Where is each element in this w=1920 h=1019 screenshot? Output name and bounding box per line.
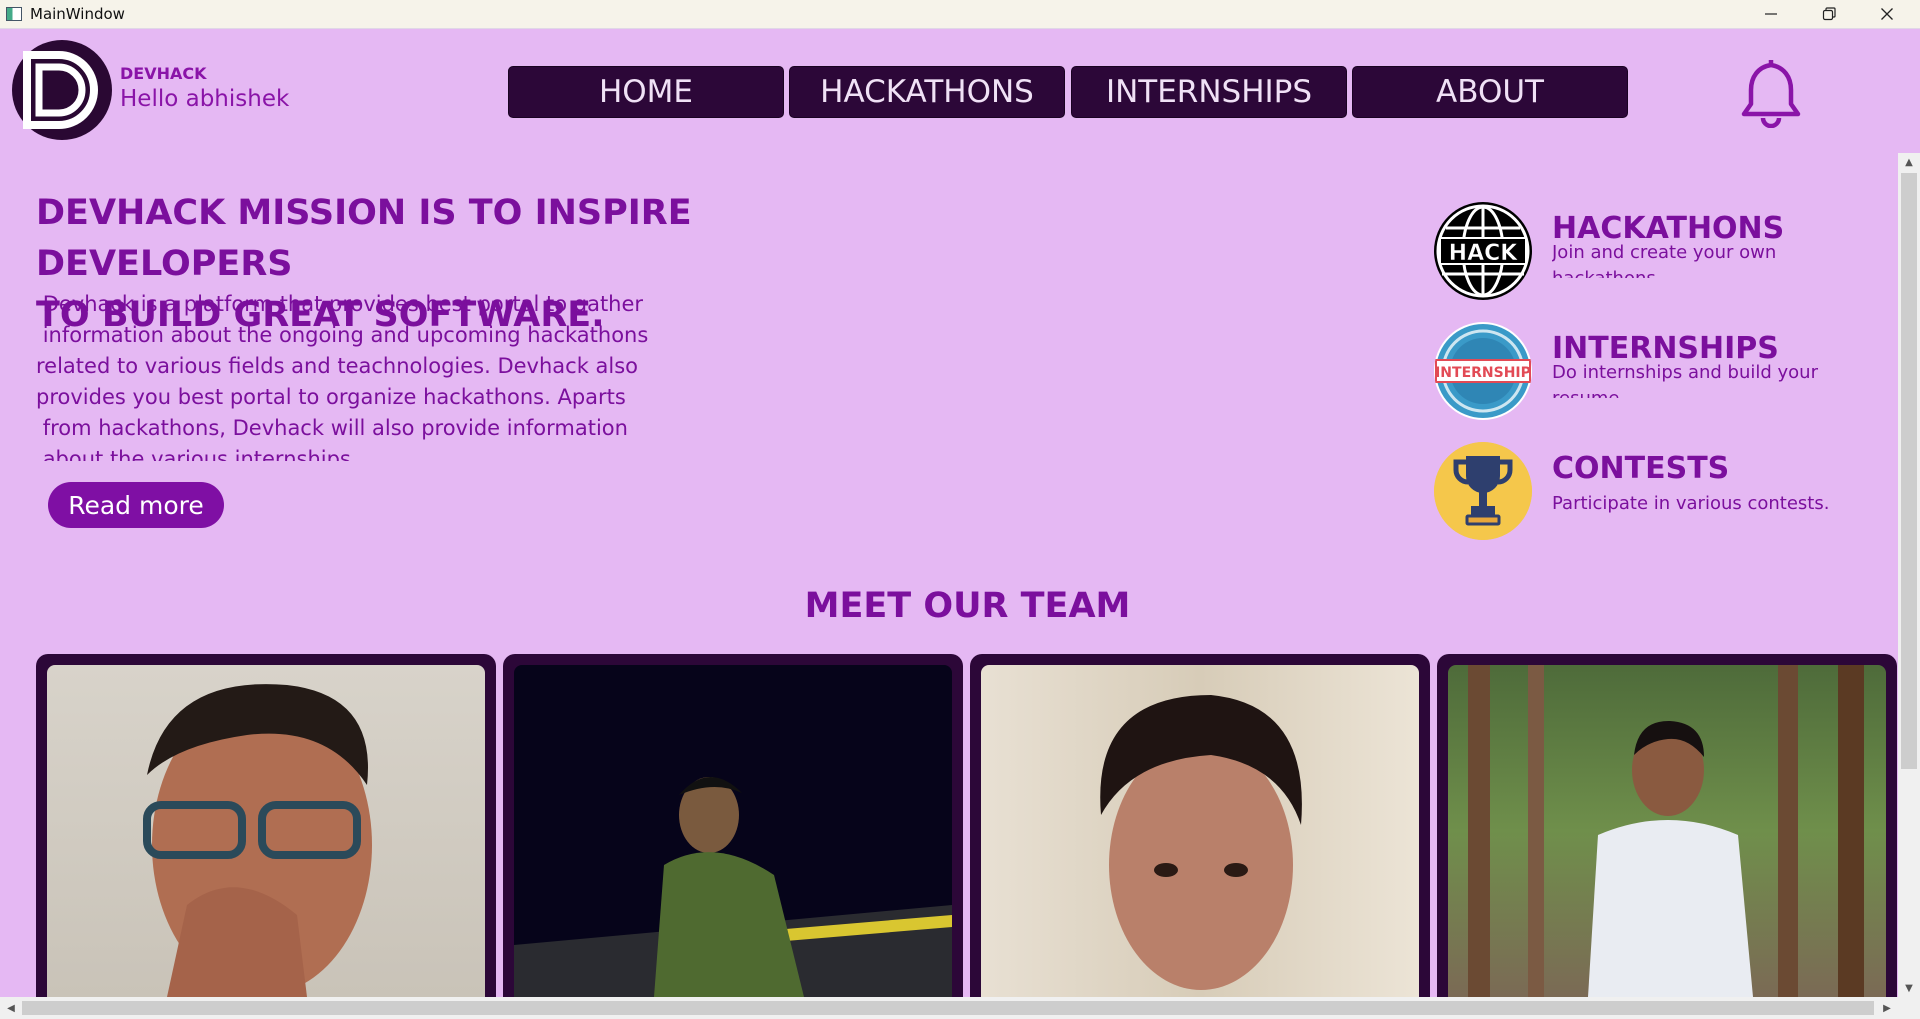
feature-internships-desc: Do internships and build your resume (1552, 362, 1818, 398)
vertical-scroll-thumb[interactable] (1901, 173, 1917, 769)
read-more-button[interactable]: Read more (48, 482, 224, 528)
nav-about-button[interactable]: ABOUT (1352, 66, 1628, 118)
team-card-3[interactable] (970, 654, 1430, 997)
team-member-photo (514, 665, 952, 997)
devhack-logo-icon (12, 40, 112, 140)
team-member-photo (1448, 665, 1886, 997)
scroll-left-arrow-icon[interactable]: ◀ (0, 997, 22, 1019)
mission-title-line1: DEVHACK MISSION IS TO INSPIRE DEVELOPERS (36, 193, 692, 284)
horizontal-scrollbar[interactable]: ◀ ▶ (0, 997, 1898, 1019)
minimize-button[interactable] (1742, 0, 1800, 28)
vertical-scrollbar[interactable]: ▲ ▼ (1898, 153, 1920, 997)
team-card-4[interactable] (1437, 654, 1897, 997)
scroll-up-arrow-icon[interactable]: ▲ (1898, 153, 1920, 171)
team-member-photo (47, 665, 485, 997)
nav-internships-button[interactable]: INTERNSHIPS (1071, 66, 1347, 118)
scroll-corner (1898, 997, 1920, 1019)
team-section-title: MEET OUR TEAM (804, 586, 1131, 626)
internship-stamp-icon: INTERNSHIP (1434, 322, 1532, 420)
user-greeting: Hello abhishek (120, 86, 290, 112)
window-title: MainWindow (30, 5, 125, 23)
svg-text:HACK: HACK (1449, 241, 1519, 266)
team-card-1[interactable] (36, 654, 496, 997)
hack-globe-icon: HACK (1434, 202, 1532, 300)
team-card-2[interactable] (503, 654, 963, 997)
feature-contests-desc: Participate in various contests. (1552, 493, 1830, 514)
scroll-right-arrow-icon[interactable]: ▶ (1876, 997, 1898, 1019)
team-member-photo (981, 665, 1419, 997)
app-icon (6, 7, 22, 21)
brand-name: DEVHACK (120, 64, 207, 83)
horizontal-scroll-thumb[interactable] (22, 1001, 1874, 1015)
scroll-down-arrow-icon[interactable]: ▼ (1898, 979, 1920, 997)
feature-contests-title: CONTESTS (1552, 451, 1730, 486)
bell-icon[interactable] (1738, 56, 1804, 128)
trophy-icon (1434, 442, 1532, 540)
mission-description: Devhack is a platform that provides best… (36, 292, 649, 461)
nav-home-button[interactable]: HOME (508, 66, 784, 118)
close-button[interactable] (1858, 0, 1916, 28)
restore-button[interactable] (1800, 0, 1858, 28)
svg-text:INTERNSHIP: INTERNSHIP (1435, 365, 1531, 381)
feature-hackathons-desc: Join and create your own hackathons (1552, 242, 1777, 278)
nav-hackathons-button[interactable]: HACKATHONS (789, 66, 1065, 118)
window-titlebar: MainWindow (0, 0, 1920, 29)
